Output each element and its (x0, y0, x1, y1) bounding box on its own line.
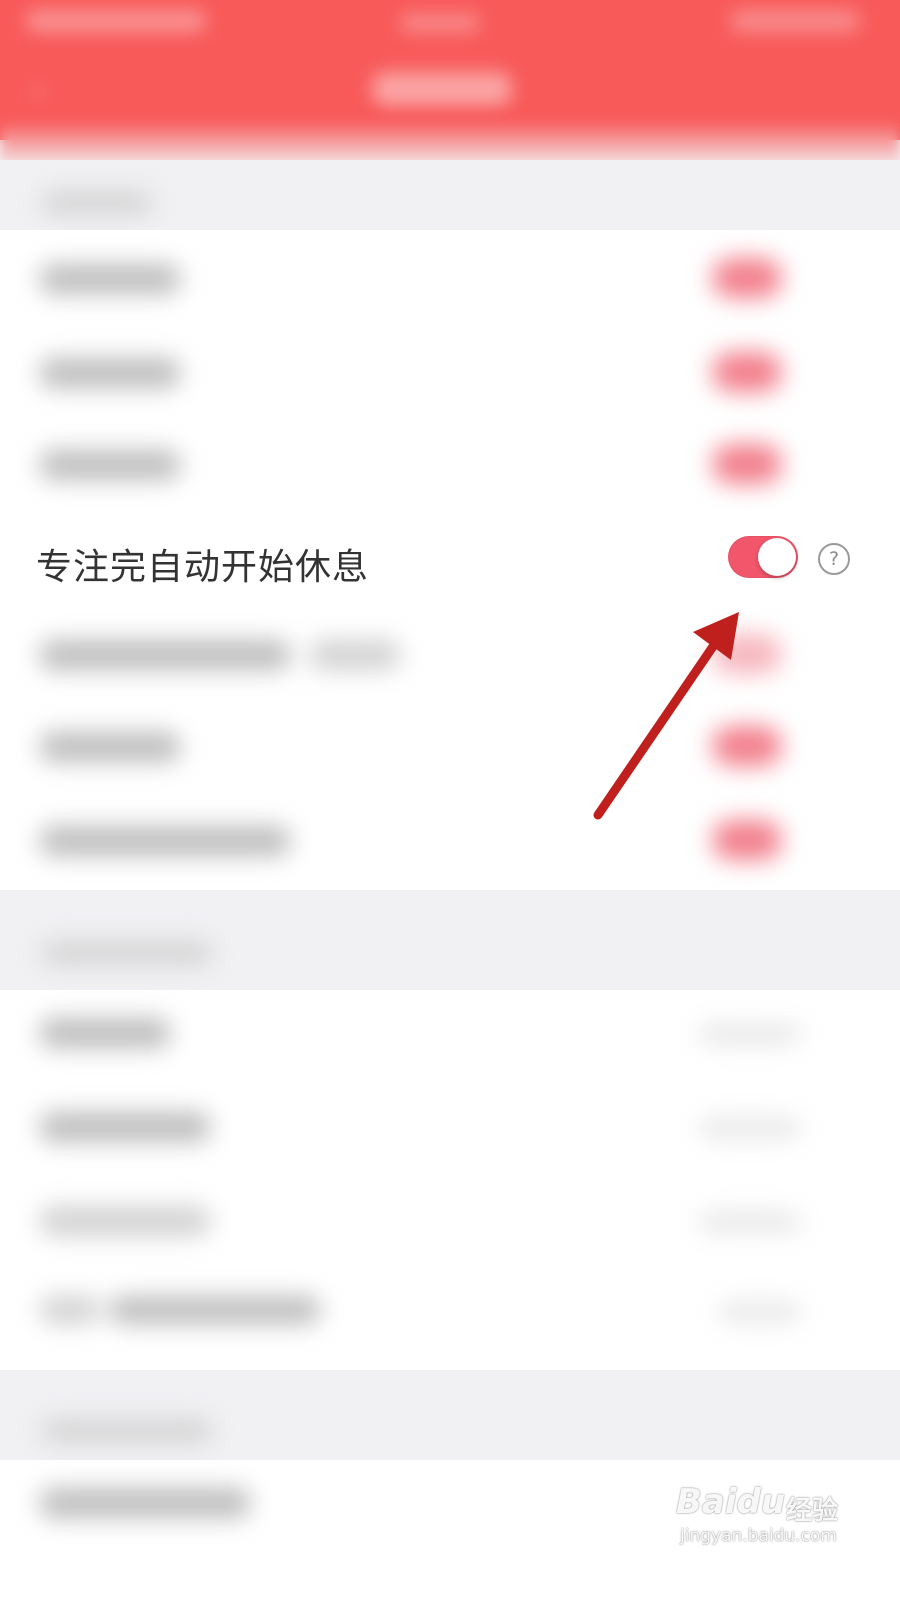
setting-row-label (40, 1488, 250, 1518)
setting-row-label (40, 358, 180, 388)
setting-value[interactable] (720, 1302, 800, 1322)
section-header-2 (0, 890, 900, 990)
settings-group-2 (0, 990, 900, 1370)
page-title (372, 72, 512, 106)
section-header-1 (0, 160, 900, 240)
setting-toggle[interactable] (712, 726, 782, 766)
status-bar-center (400, 14, 480, 32)
setting-value[interactable] (700, 1212, 800, 1232)
setting-toggle[interactable] (712, 444, 782, 484)
auto-rest-toggle[interactable] (728, 536, 798, 578)
back-arrow-icon[interactable]: ‹ (32, 75, 58, 107)
watermark-brand: Baidu (676, 1482, 786, 1522)
setting-value[interactable] (700, 1024, 800, 1044)
setting-row-label (40, 1112, 210, 1142)
app-header: ‹ (0, 0, 900, 140)
setting-row-label (40, 1018, 170, 1048)
setting-toggle[interactable] (712, 820, 782, 860)
setting-value[interactable] (700, 1118, 800, 1138)
setting-row-label (40, 1206, 210, 1236)
toggle-knob (758, 538, 796, 576)
watermark-url: jingyan.baidu.com (680, 1526, 837, 1546)
status-bar-right (730, 10, 860, 32)
setting-row-label (110, 1296, 320, 1324)
status-bar-left (26, 10, 206, 32)
setting-row-auto-rest[interactable]: 专注完自动开始休息 ? (0, 510, 900, 610)
setting-row-label (40, 640, 290, 670)
watermark-brand-cn: 经验 (786, 1496, 839, 1526)
settings-group-1 (0, 230, 900, 510)
setting-row-label (40, 732, 180, 762)
settings-group-1b (0, 610, 900, 890)
setting-label-auto-rest: 专注完自动开始休息 (36, 547, 370, 588)
setting-row-label (40, 450, 180, 480)
help-question-icon[interactable]: ? (818, 543, 850, 575)
setting-row-label (40, 264, 180, 294)
watermark: Baidu 经验 jingyan.baidu.com (676, 1472, 876, 1562)
setting-toggle[interactable] (712, 258, 782, 298)
setting-row-label (40, 826, 290, 856)
setting-toggle[interactable] (712, 352, 782, 392)
setting-toggle[interactable] (712, 634, 782, 674)
section-header-3 (0, 1370, 900, 1460)
setting-row-label (40, 1296, 100, 1324)
setting-row-label (310, 640, 400, 670)
